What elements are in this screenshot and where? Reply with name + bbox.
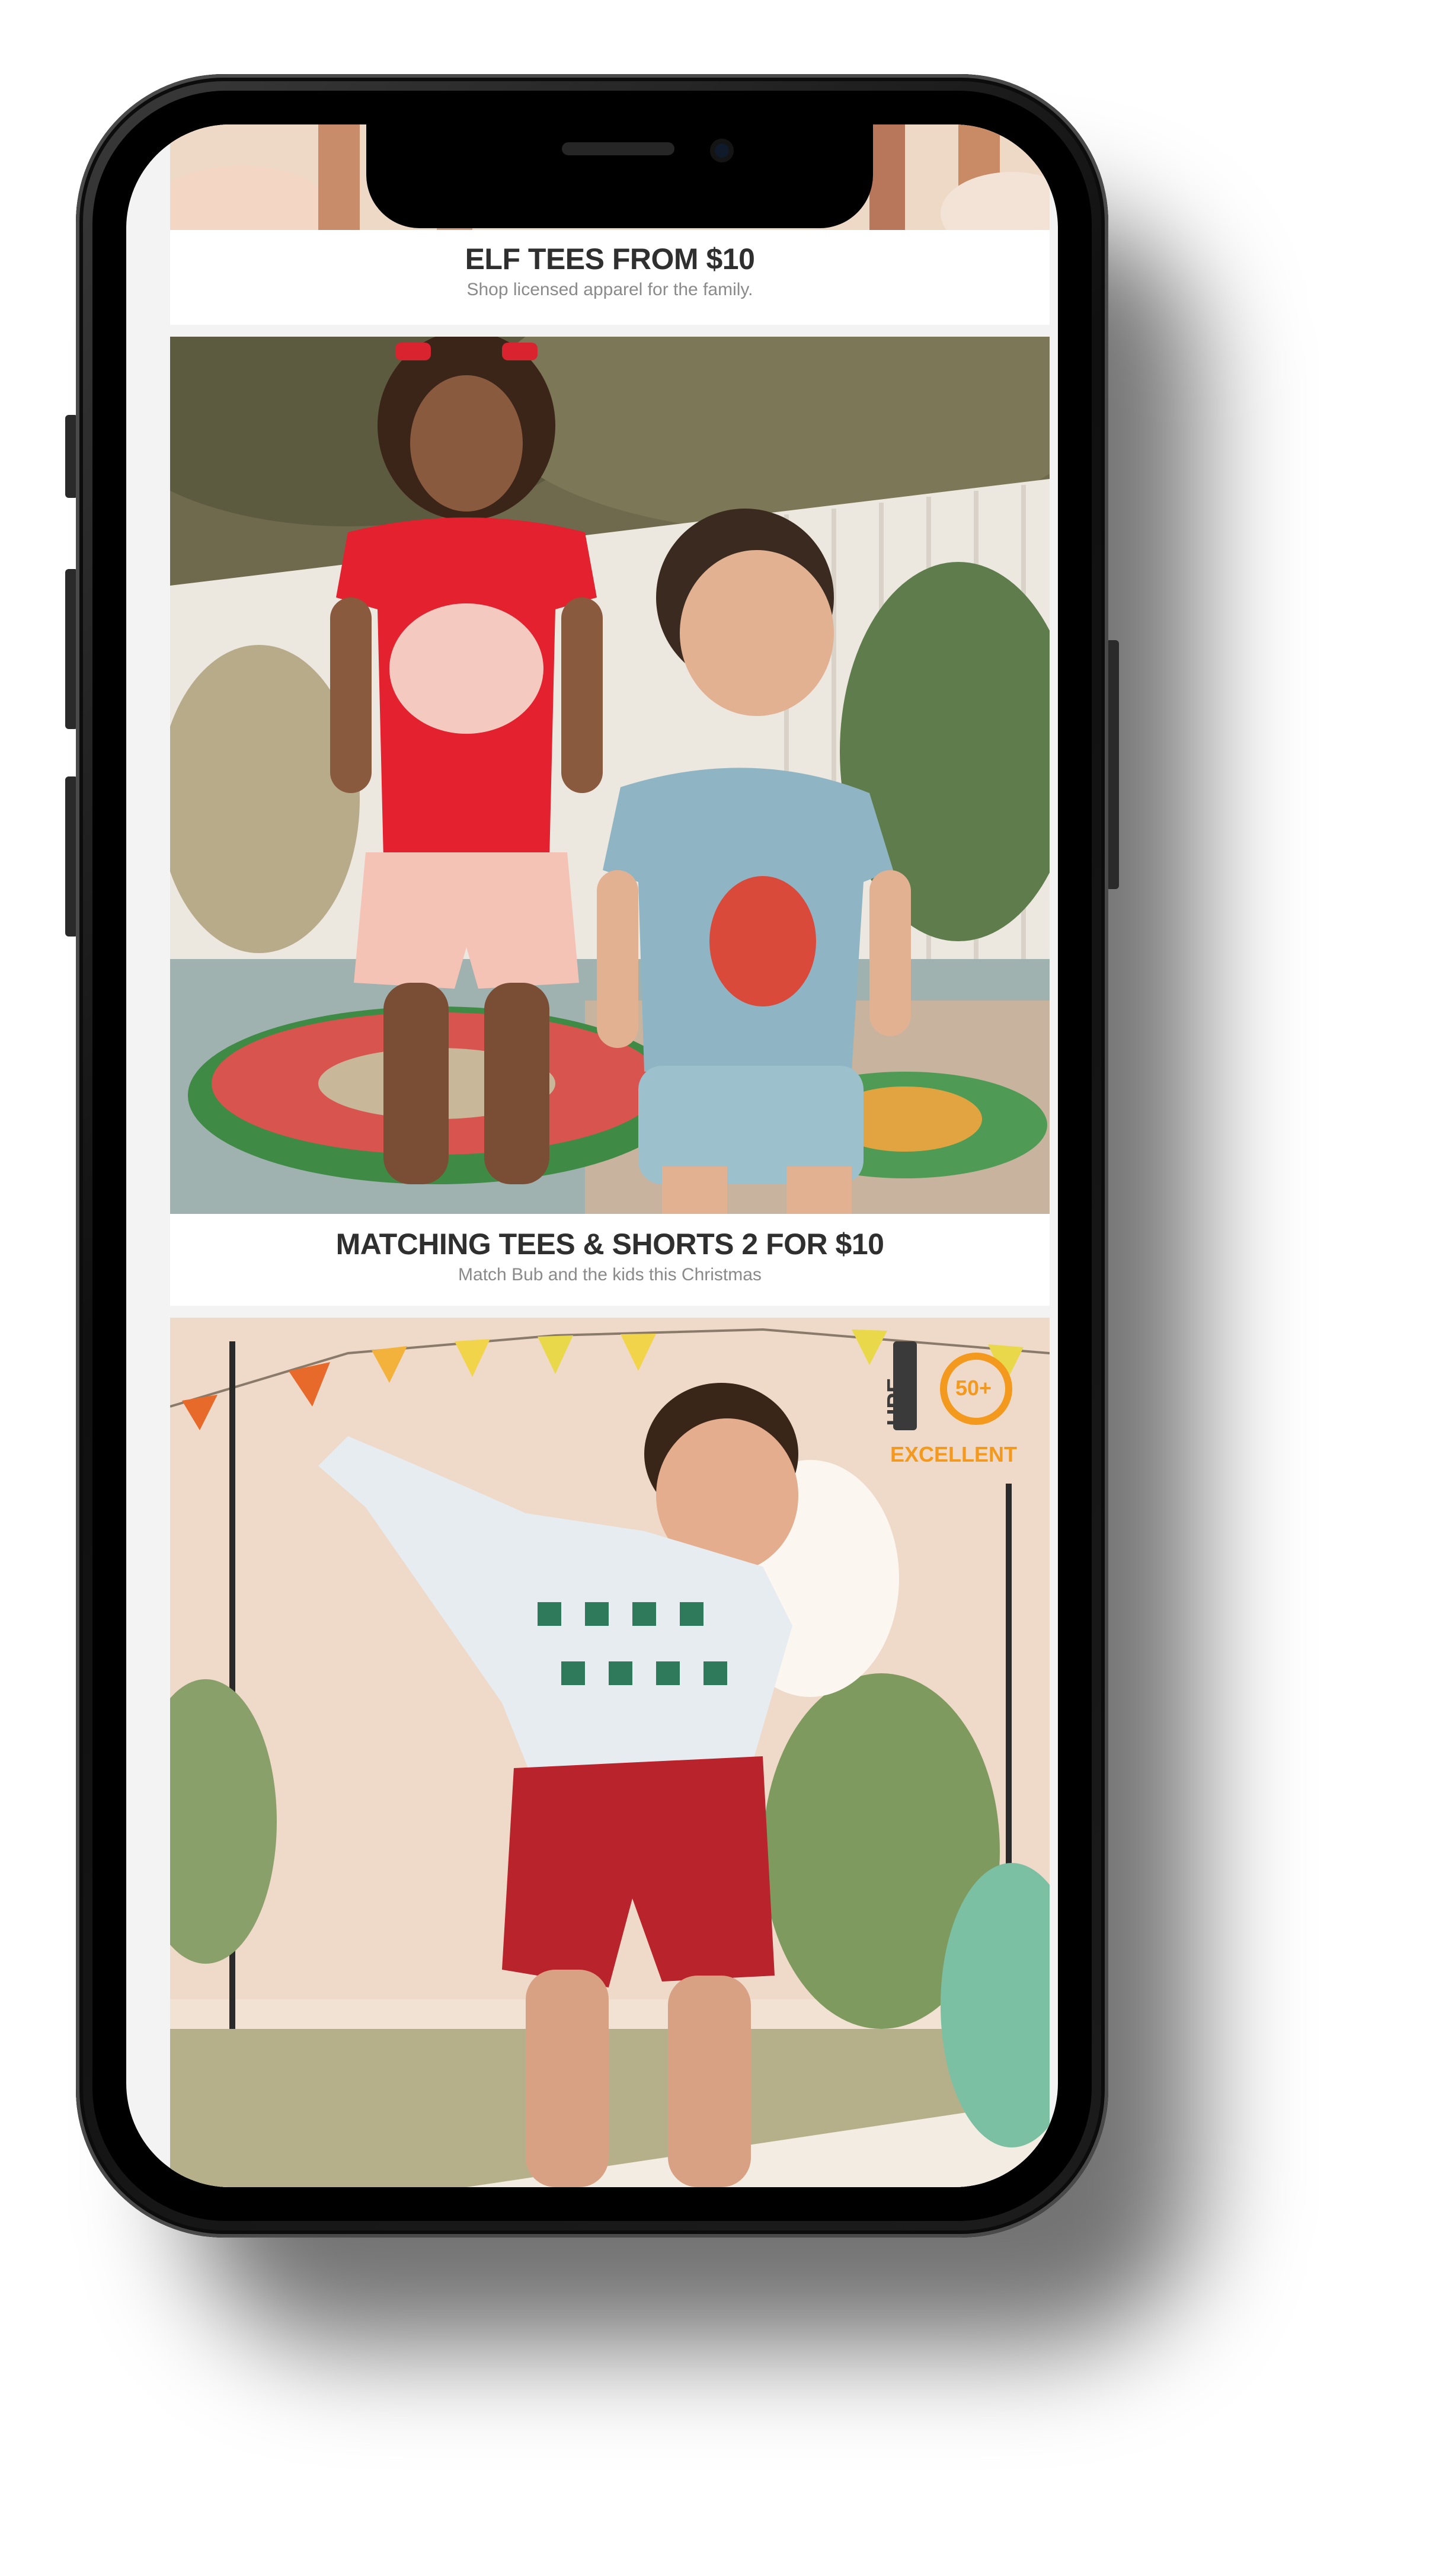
matching-tees-photo-art — [170, 337, 1050, 1214]
card-title: MATCHING TEES & SHORTS 2 FOR $10 — [335, 1228, 884, 1261]
upf-label: UPF — [882, 1378, 909, 1426]
upf-rating: 50+ — [955, 1376, 992, 1400]
card-subtitle: Shop licensed apparel for the family. — [466, 280, 753, 299]
upf-badge: UPF 50+ EXCELLENT — [883, 1341, 1032, 1478]
card-subtitle: Match Bub and the kids this Christmas — [458, 1265, 762, 1284]
phone-screen: ELF TEES FROM $10 Shop licensed apparel … — [126, 124, 1058, 2187]
elf-tees-caption[interactable]: ELF TEES FROM $10 Shop licensed apparel … — [170, 230, 1050, 325]
card-title: ELF TEES FROM $10 — [465, 242, 755, 276]
promo-feed[interactable]: ELF TEES FROM $10 Shop licensed apparel … — [170, 124, 1050, 2187]
matching-tees-photo[interactable] — [170, 337, 1050, 1214]
speaker-grille — [562, 142, 674, 155]
christmas-swimwear-photo[interactable]: UPF 50+ EXCELLENT — [170, 1318, 1050, 2187]
upf-rating-text: EXCELLENT — [890, 1442, 1018, 1466]
phone-frame: ELF TEES FROM $10 Shop licensed apparel … — [76, 74, 1108, 2238]
notch — [366, 124, 873, 228]
matching-tees-caption[interactable]: MATCHING TEES & SHORTS 2 FOR $10 Match B… — [170, 1214, 1050, 1306]
front-camera — [710, 139, 734, 162]
